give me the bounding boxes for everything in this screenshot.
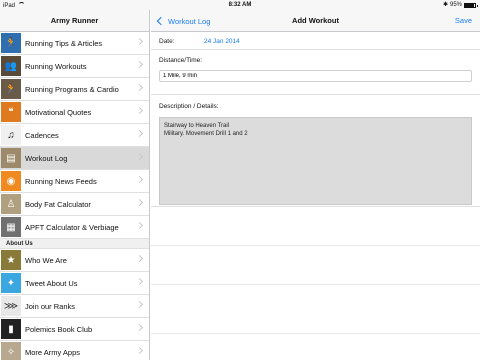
sidebar-item-cadences[interactable]: ♫ Cadences [0, 124, 149, 147]
sidebar-item-label: Tweet About Us [25, 278, 78, 288]
distance-label: Distance/Time: [159, 57, 203, 64]
empty-row [151, 333, 480, 334]
navigation-bar: Workout Log Add Workout Save [151, 10, 480, 32]
sidebar-item-more-apps[interactable]: ✧ More Army Apps [0, 341, 149, 360]
sidebar-item-label: More Army Apps [25, 347, 81, 357]
sidebar-item-label: Body Fat Calculator [25, 199, 91, 209]
sidebar-item-tweet[interactable]: ✦ Tweet About Us [0, 272, 149, 295]
sidebar-item-label: Running News Feeds [25, 176, 97, 186]
sidebar-item-motivational-quotes[interactable]: ❝ Motivational Quotes [0, 101, 149, 124]
distance-field[interactable] [159, 70, 472, 82]
back-button-label: Workout Log [168, 16, 211, 26]
sidebar-item-label: Join our Ranks [25, 301, 76, 311]
sidebar-item-label: Running Workouts [25, 61, 87, 71]
sidebar-item-workout-log[interactable]: ▤ Workout Log [0, 147, 149, 170]
rank-icon: ⋙ [1, 296, 21, 316]
sidebar-item-running-workouts[interactable]: 👥 Running Workouts [0, 55, 149, 78]
twitter-icon: ✦ [1, 273, 21, 293]
sidebar-item-label: APFT Calculator & Verbiage [25, 222, 119, 232]
sidebar-item-label: Running Tips & Articles [25, 38, 103, 48]
book-icon: ▮ [1, 319, 21, 339]
soldier-icon: ★ [1, 250, 21, 270]
sidebar-item-join-ranks[interactable]: ⋙ Join our Ranks [0, 295, 149, 318]
quote-icon: ❝ [1, 102, 21, 122]
description-field[interactable]: Stairway to Heaven Trail Military. Movem… [159, 117, 472, 205]
back-button[interactable]: Workout Log [155, 10, 210, 32]
logbook-icon: ▤ [1, 148, 21, 168]
date-row[interactable]: Date: 24 Jan 2014 [151, 33, 480, 50]
compass-icon: ✧ [1, 342, 21, 360]
date-value[interactable]: 24 Jan 2014 [204, 38, 240, 45]
sidebar-item-label: Running Programs & Cardio [25, 84, 119, 94]
sidebar-item-label: Motivational Quotes [25, 107, 92, 117]
sidebar-item-running-tips[interactable]: 🏃 Running Tips & Articles [0, 32, 149, 55]
distance-row: Distance/Time: [151, 50, 480, 95]
section-header-about: About Us [0, 239, 149, 249]
clock: 8:32 AM [228, 2, 252, 8]
sidebar-title: Army Runner [0, 10, 149, 32]
rss-icon: ◉ [1, 171, 21, 191]
music-note-icon: ♫ [1, 125, 21, 145]
sidebar-item-running-programs[interactable]: 🏃 Running Programs & Cardio [0, 78, 149, 101]
calculator-icon: ▦ [1, 217, 21, 237]
sidebar-item-apft[interactable]: ▦ APFT Calculator & Verbiage [0, 216, 149, 239]
status-right: ✱ 95% [442, 0, 478, 10]
sidebar-item-running-news[interactable]: ◉ Running News Feeds [0, 170, 149, 193]
runner-icon: 🏃 [1, 33, 21, 53]
sidebar-item-who-we-are[interactable]: ★ Who We Are [0, 249, 149, 272]
description-row: Description / Details: Stairway to Heave… [151, 95, 480, 207]
empty-row [151, 245, 480, 246]
date-label: Date: [159, 38, 175, 45]
sidebar-item-label: Cadences [25, 130, 59, 140]
sidebar: Army Runner 🏃 Running Tips & Articles 👥 … [0, 10, 150, 360]
sidebar-item-book-club[interactable]: ▮ Polemics Book Club [0, 318, 149, 341]
battery-percent: 95% [449, 2, 462, 8]
sidebar-item-label: Polemics Book Club [25, 324, 93, 334]
sidebar-item-label: Who We Are [25, 255, 67, 265]
sidebar-item-body-fat[interactable]: ♙ Body Fat Calculator [0, 193, 149, 216]
save-button[interactable]: Save [455, 10, 472, 32]
workout-form: Date: 24 Jan 2014 Distance/Time: Descrip… [151, 33, 480, 360]
body-icon: ♙ [1, 194, 21, 214]
empty-row [151, 284, 480, 285]
description-label: Description / Details: [159, 103, 219, 110]
sidebar-item-label: Workout Log [25, 153, 68, 163]
bluetooth-icon: ✱ [442, 2, 448, 8]
runners-icon: 🏃 [1, 79, 21, 99]
chevron-left-icon [156, 16, 166, 26]
running-crowd-icon: 👥 [1, 56, 21, 76]
battery-icon [464, 2, 478, 8]
status-bar: iPad 8:32 AM ✱ 95% [0, 0, 480, 10]
